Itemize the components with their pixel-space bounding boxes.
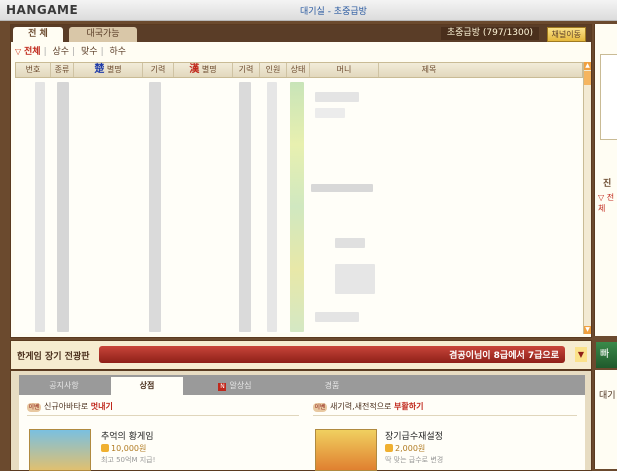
shout-message: 겸공이님이 8급에서 7급으로 [449,351,559,361]
col-status[interactable]: 상태 [287,63,310,77]
tab-available[interactable]: 대국가능 [69,27,137,42]
item-left-price: 10,000원 [101,443,146,454]
filter-separator: | [100,47,104,57]
tab-alsangsim[interactable]: N 알상심 [185,377,285,395]
col-nickname-han[interactable]: 漢 별명 [174,63,233,77]
filter-separator: | [43,47,47,57]
shout-board-label: 한게임 장기 전광판 [17,352,90,362]
right-side-panel: 진 ▽ 전체 [594,24,617,336]
promo-right-prefix: 새기력,새전적으로 [330,402,392,411]
blurred-money-cell [311,184,373,192]
blurred-money-cell [335,238,365,248]
col-money[interactable]: 머니 [310,63,379,77]
event-icon: 이벤 [313,403,327,412]
shout-board: 한게임 장기 전광판 겸공이님이 8급에서 7급으로 ▼ [10,340,592,370]
room-tab-bar: 전 체 대국가능 초중급방 (797/1300) 채널이동 [11,25,591,42]
blurred-number-column [35,82,45,332]
right-filter-label[interactable]: ▽ 전체 [598,192,617,214]
promo-left-prefix: 신규아바타로 [44,402,89,411]
item-right-desc: 딱 맞는 급수로 변경 [385,456,444,464]
room-list-scrollbar[interactable]: ▲ ▼ [583,62,591,334]
room-list-panel: 전 체 대국가능 초중급방 (797/1300) 채널이동 ▽ 전체 | 상수 | … [10,24,592,338]
item-left-price-value: 10,000원 [111,444,147,453]
item-left-desc: 최고 50억M 지급! [101,456,156,464]
col-players[interactable]: 인원 [260,63,287,77]
info-tab-bar: 공지사항 상점 N 알상심 경품 [19,375,585,395]
coin-icon [101,444,109,452]
channel-change-button[interactable]: 채널이동 [546,27,586,42]
blurred-money-cell [315,312,359,322]
promo-right-highlight: 부활하기 [393,402,424,411]
divider [27,415,299,416]
filter-hasu[interactable]: 하수 [109,47,126,57]
filter-arrow-icon: ▽ [15,47,22,56]
promo-left-highlight: 멋내기 [90,402,113,411]
promo-right[interactable]: 이벤 새기력,새전적으로 부활하기 [313,401,423,412]
item-thumbnail-right[interactable] [315,429,377,471]
new-badge-icon: N [218,383,227,391]
col-nickname-cho-label: 별명 [106,65,122,74]
promo-left[interactable]: 이벤 신규아바타로 멋내기 [27,401,113,412]
blurred-type-column [57,82,69,332]
blurred-players-column [267,82,277,332]
item-right-title[interactable]: 장기급수재설정 [385,429,443,442]
item-right-price-value: 2,000원 [395,444,426,453]
window-title: 대기실 - 초중급방 [300,7,367,17]
right-bottom-panel: 대기 [594,370,617,469]
col-number[interactable]: 번호 [16,63,51,77]
right-tab-label[interactable]: 진 [603,176,611,189]
item-right-price: 2,000원 [385,443,425,454]
filter-sangsu[interactable]: 상수 [53,47,70,57]
quick-join-button[interactable]: 빠 [596,342,617,368]
tab-alsangsim-label: 알상심 [229,381,252,390]
room-info: 초중급방 (797/1300) [440,27,539,40]
coin-icon [385,444,393,452]
scroll-down-icon[interactable]: ▼ [584,326,591,334]
shout-expand-icon[interactable]: ▼ [575,347,587,362]
shop-content: 이벤 신규아바타로 멋내기 이벤 새기력,새전적으로 부활하기 추억의 황게임 10… [19,395,585,471]
filter-bar: ▽ 전체 | 상수 | 맞수 | 하수 [15,45,126,59]
waiting-room-label: 대기 [599,391,616,401]
blurred-money-cell [335,264,375,294]
col-type[interactable]: 종류 [51,63,74,77]
col-title[interactable]: 제목 [379,63,479,77]
han-han-icon: 漢 [189,64,200,75]
room-list[interactable] [15,78,581,333]
tab-gyeongpum[interactable]: 경품 [287,377,377,395]
right-info-box [600,54,617,140]
scroll-thumb[interactable] [584,71,591,85]
blurred-money-cell [315,92,359,102]
tab-all[interactable]: 전 체 [13,27,63,42]
blurred-rank1-column [149,82,161,332]
col-nickname-han-label: 별명 [201,65,217,74]
filter-all[interactable]: 전체 [24,47,41,57]
table-header: 번호 종류 楚 별명 기력 漢 별명 기력 인원 상태 머니 제목 [15,62,583,78]
divider [313,415,577,416]
title-bar: HANGAME 대기실 - 초중급방 [0,0,617,21]
cho-han-icon: 楚 [94,64,105,75]
shout-message-bar: 겸공이님이 8급에서 7급으로 [99,346,565,363]
tab-notice[interactable]: 공지사항 [19,377,109,395]
col-rank-cho[interactable]: 기력 [143,63,174,77]
filter-matsu[interactable]: 맞수 [81,47,98,57]
scroll-up-icon[interactable]: ▲ [584,62,591,70]
col-rank-han[interactable]: 기력 [233,63,260,77]
event-icon: 이벤 [27,403,41,412]
item-left-title[interactable]: 추억의 황게임 [101,429,154,442]
blurred-money-cell [315,108,345,118]
blurred-status-column [290,82,304,332]
col-nickname-cho[interactable]: 楚 별명 [74,63,143,77]
item-thumbnail-left[interactable] [29,429,91,471]
tab-shop[interactable]: 상점 [111,377,183,395]
hangame-logo: HANGAME [6,3,79,17]
info-panel: 공지사항 상점 N 알상심 경품 이벤 신규아바타로 멋내기 이벤 새기력,새전적으로… [10,370,592,471]
blurred-rank2-column [239,82,251,332]
filter-separator: | [72,47,76,57]
